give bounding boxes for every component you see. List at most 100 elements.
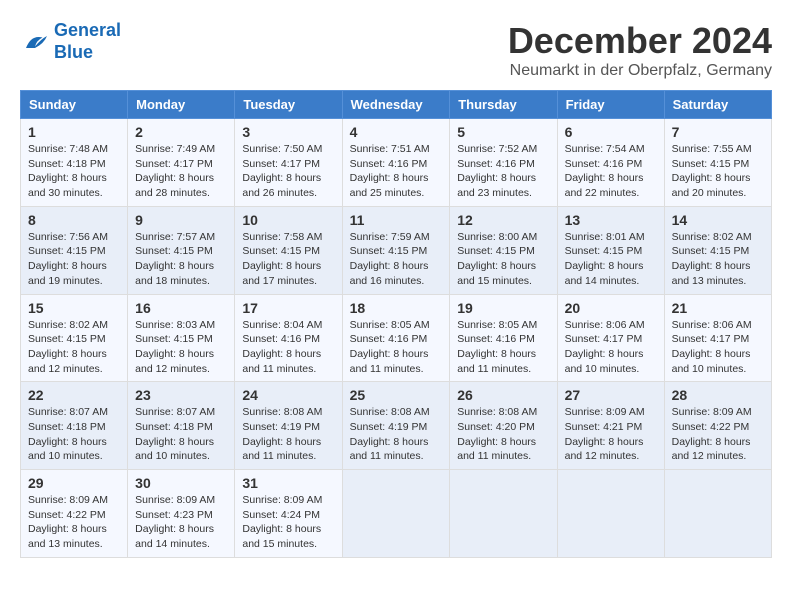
weekday-header-thursday: Thursday <box>450 91 557 119</box>
day-number: 20 <box>565 300 657 316</box>
title-block: December 2024 Neumarkt in der Oberpfalz,… <box>508 20 772 80</box>
day-info: Sunrise: 7:57 AMSunset: 4:15 PMDaylight:… <box>135 230 227 289</box>
day-info: Sunrise: 7:58 AMSunset: 4:15 PMDaylight:… <box>242 230 334 289</box>
calendar-cell: 16 Sunrise: 8:03 AMSunset: 4:15 PMDayligh… <box>128 294 235 382</box>
day-number: 16 <box>135 300 227 316</box>
day-number: 10 <box>242 212 334 228</box>
day-info: Sunrise: 7:51 AMSunset: 4:16 PMDaylight:… <box>350 142 443 201</box>
calendar-cell: 4 Sunrise: 7:51 AMSunset: 4:16 PMDaylight… <box>342 119 450 207</box>
calendar-cell: 1 Sunrise: 7:48 AMSunset: 4:18 PMDaylight… <box>21 119 128 207</box>
calendar-week-row: 29 Sunrise: 8:09 AMSunset: 4:22 PMDayligh… <box>21 470 772 558</box>
calendar-cell: 27Sunrise: 8:09 AMSunset: 4:21 PMDayligh… <box>557 382 664 470</box>
page-subtitle: Neumarkt in der Oberpfalz, Germany <box>508 62 772 80</box>
day-info: Sunrise: 8:07 AMSunset: 4:18 PMDaylight:… <box>135 405 227 464</box>
calendar-week-row: 15Sunrise: 8:02 AMSunset: 4:15 PMDayligh… <box>21 294 772 382</box>
calendar-cell: 24Sunrise: 8:08 AMSunset: 4:19 PMDayligh… <box>235 382 342 470</box>
day-number: 14 <box>672 212 764 228</box>
calendar-cell <box>450 470 557 558</box>
day-info: Sunrise: 8:09 AMSunset: 4:21 PMDaylight:… <box>565 405 657 464</box>
day-number: 5 <box>457 124 549 140</box>
page-title: December 2024 <box>508 20 772 62</box>
day-info: Sunrise: 8:05 AMSunset: 4:16 PMDaylight:… <box>457 318 549 377</box>
day-info: Sunrise: 8:07 AMSunset: 4:18 PMDaylight:… <box>28 405 120 464</box>
day-info: Sunrise: 8:06 AMSunset: 4:17 PMDaylight:… <box>565 318 657 377</box>
day-info: Sunrise: 8:01 AMSunset: 4:15 PMDaylight:… <box>565 230 657 289</box>
day-number: 6 <box>565 124 657 140</box>
day-number: 4 <box>350 124 443 140</box>
day-number: 18 <box>350 300 443 316</box>
day-number: 13 <box>565 212 657 228</box>
logo: General Blue <box>20 20 121 63</box>
day-number: 22 <box>28 387 120 403</box>
day-number: 30 <box>135 475 227 491</box>
day-number: 24 <box>242 387 334 403</box>
day-info: Sunrise: 8:09 AMSunset: 4:22 PMDaylight:… <box>28 493 120 552</box>
day-number: 1 <box>28 124 120 140</box>
calendar-cell: 14 Sunrise: 8:02 AMSunset: 4:15 PMDayligh… <box>664 206 771 294</box>
day-info: Sunrise: 8:03 AMSunset: 4:15 PMDaylight:… <box>135 318 227 377</box>
calendar-table: SundayMondayTuesdayWednesdayThursdayFrid… <box>20 90 772 558</box>
calendar-cell: 26 Sunrise: 8:08 AMSunset: 4:20 PMDayligh… <box>450 382 557 470</box>
calendar-cell <box>342 470 450 558</box>
weekday-header-monday: Monday <box>128 91 235 119</box>
day-number: 17 <box>242 300 334 316</box>
day-info: Sunrise: 7:55 AMSunset: 4:15 PMDaylight:… <box>672 142 764 201</box>
day-info: Sunrise: 8:05 AMSunset: 4:16 PMDaylight:… <box>350 318 443 377</box>
calendar-cell: 18 Sunrise: 8:05 AMSunset: 4:16 PMDayligh… <box>342 294 450 382</box>
calendar-cell: 21 Sunrise: 8:06 AMSunset: 4:17 PMDayligh… <box>664 294 771 382</box>
calendar-cell: 23 Sunrise: 8:07 AMSunset: 4:18 PMDayligh… <box>128 382 235 470</box>
calendar-cell: 10 Sunrise: 7:58 AMSunset: 4:15 PMDayligh… <box>235 206 342 294</box>
weekday-header-wednesday: Wednesday <box>342 91 450 119</box>
day-number: 11 <box>350 212 443 228</box>
day-number: 19 <box>457 300 549 316</box>
calendar-cell <box>557 470 664 558</box>
day-number: 12 <box>457 212 549 228</box>
calendar-week-row: 8Sunrise: 7:56 AMSunset: 4:15 PMDaylight… <box>21 206 772 294</box>
calendar-cell: 12 Sunrise: 8:00 AMSunset: 4:15 PMDayligh… <box>450 206 557 294</box>
day-info: Sunrise: 7:49 AMSunset: 4:17 PMDaylight:… <box>135 142 227 201</box>
day-info: Sunrise: 8:06 AMSunset: 4:17 PMDaylight:… <box>672 318 764 377</box>
day-number: 29 <box>28 475 120 491</box>
day-number: 8 <box>28 212 120 228</box>
calendar-cell: 15Sunrise: 8:02 AMSunset: 4:15 PMDayligh… <box>21 294 128 382</box>
day-number: 3 <box>242 124 334 140</box>
calendar-cell: 2 Sunrise: 7:49 AMSunset: 4:17 PMDaylight… <box>128 119 235 207</box>
day-number: 23 <box>135 387 227 403</box>
day-info: Sunrise: 8:09 AMSunset: 4:23 PMDaylight:… <box>135 493 227 552</box>
calendar-cell: 13 Sunrise: 8:01 AMSunset: 4:15 PMDayligh… <box>557 206 664 294</box>
day-info: Sunrise: 7:48 AMSunset: 4:18 PMDaylight:… <box>28 142 120 201</box>
day-info: Sunrise: 8:02 AMSunset: 4:15 PMDaylight:… <box>28 318 120 377</box>
day-number: 2 <box>135 124 227 140</box>
calendar-week-row: 1 Sunrise: 7:48 AMSunset: 4:18 PMDaylight… <box>21 119 772 207</box>
weekday-header-row: SundayMondayTuesdayWednesdayThursdayFrid… <box>21 91 772 119</box>
day-number: 26 <box>457 387 549 403</box>
logo-text: General Blue <box>54 20 121 63</box>
calendar-cell: 7 Sunrise: 7:55 AMSunset: 4:15 PMDaylight… <box>664 119 771 207</box>
day-number: 31 <box>242 475 334 491</box>
calendar-cell <box>664 470 771 558</box>
calendar-cell: 19 Sunrise: 8:05 AMSunset: 4:16 PMDayligh… <box>450 294 557 382</box>
weekday-header-saturday: Saturday <box>664 91 771 119</box>
calendar-cell: 6 Sunrise: 7:54 AMSunset: 4:16 PMDaylight… <box>557 119 664 207</box>
weekday-header-friday: Friday <box>557 91 664 119</box>
logo-icon <box>20 27 50 57</box>
day-number: 7 <box>672 124 764 140</box>
day-info: Sunrise: 8:04 AMSunset: 4:16 PMDaylight:… <box>242 318 334 377</box>
day-info: Sunrise: 8:00 AMSunset: 4:15 PMDaylight:… <box>457 230 549 289</box>
calendar-cell: 28Sunrise: 8:09 AMSunset: 4:22 PMDayligh… <box>664 382 771 470</box>
day-info: Sunrise: 7:59 AMSunset: 4:15 PMDaylight:… <box>350 230 443 289</box>
calendar-cell: 30 Sunrise: 8:09 AMSunset: 4:23 PMDayligh… <box>128 470 235 558</box>
page-header: General Blue December 2024 Neumarkt in d… <box>20 20 772 80</box>
weekday-header-tuesday: Tuesday <box>235 91 342 119</box>
calendar-cell: 25Sunrise: 8:08 AMSunset: 4:19 PMDayligh… <box>342 382 450 470</box>
day-info: Sunrise: 7:54 AMSunset: 4:16 PMDaylight:… <box>565 142 657 201</box>
day-info: Sunrise: 7:50 AMSunset: 4:17 PMDaylight:… <box>242 142 334 201</box>
calendar-cell: 29 Sunrise: 8:09 AMSunset: 4:22 PMDayligh… <box>21 470 128 558</box>
day-info: Sunrise: 8:08 AMSunset: 4:20 PMDaylight:… <box>457 405 549 464</box>
calendar-cell: 11 Sunrise: 7:59 AMSunset: 4:15 PMDayligh… <box>342 206 450 294</box>
calendar-cell: 8Sunrise: 7:56 AMSunset: 4:15 PMDaylight… <box>21 206 128 294</box>
day-info: Sunrise: 8:02 AMSunset: 4:15 PMDaylight:… <box>672 230 764 289</box>
day-number: 21 <box>672 300 764 316</box>
calendar-cell: 22 Sunrise: 8:07 AMSunset: 4:18 PMDayligh… <box>21 382 128 470</box>
calendar-cell: 5Sunrise: 7:52 AMSunset: 4:16 PMDaylight… <box>450 119 557 207</box>
